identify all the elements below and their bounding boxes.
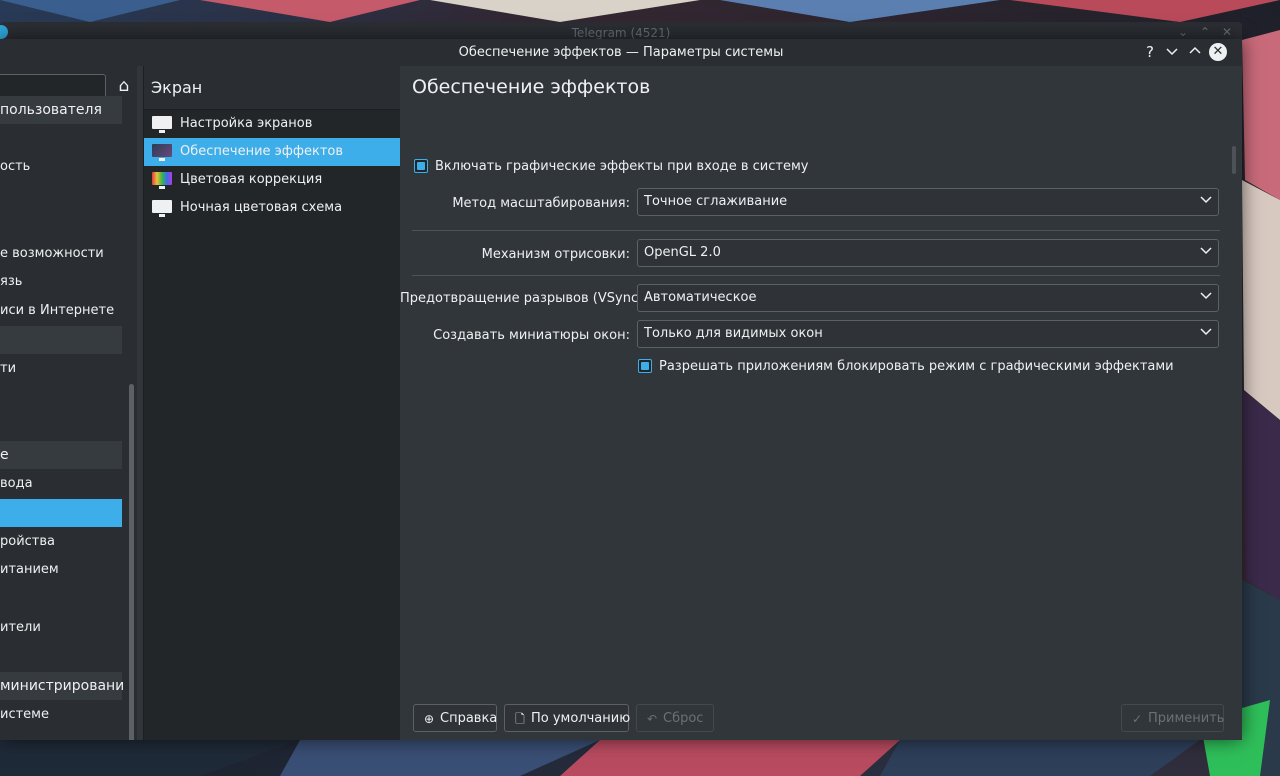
system-settings-window: Обеспечение эффектов — Параметры системы…: [0, 39, 1242, 740]
check-icon: ✓: [1131, 712, 1143, 726]
chevron-down-icon: [1200, 196, 1212, 204]
sidebar-item[interactable]: [0, 383, 122, 411]
telegram-window-title: Telegram (4521): [571, 26, 671, 40]
minimize-button[interactable]: [1162, 42, 1182, 62]
color-correction-icon: [152, 172, 172, 189]
chevron-down-icon[interactable]: ⌄: [1176, 25, 1190, 39]
subcategory-panel: Экран Настройка экранов Обеспечение эффе…: [143, 66, 400, 740]
close-button[interactable]: ✕: [1209, 43, 1227, 61]
vsync-label: Предотвращение разрывов (VSync):: [400, 291, 648, 306]
allow-block-label: Разрешать приложениям блокировать режим …: [659, 359, 1174, 374]
allow-block-checkbox[interactable]: [638, 359, 652, 373]
help-icon: ⊕: [423, 712, 435, 726]
close-icon[interactable]: ✕: [1220, 25, 1234, 39]
apply-button[interactable]: ✓ Применить: [1121, 704, 1224, 732]
maximize-button[interactable]: [1185, 42, 1205, 62]
sidebar-item[interactable]: язь: [0, 268, 122, 296]
content-scrollbar[interactable]: [1232, 146, 1236, 174]
monitor-icon: [152, 116, 172, 133]
chevron-up-icon: [1189, 46, 1201, 54]
sidebar-category-header: министрировани: [0, 672, 124, 700]
sidebar-item[interactable]: [0, 499, 122, 527]
subcategory-item-night-color[interactable]: Ночная цветовая схема: [144, 194, 400, 222]
thumbnails-label: Создавать миниатюры окон:: [433, 328, 630, 343]
sidebar-item[interactable]: [0, 412, 122, 440]
help-button[interactable]: ⊕ Справка: [413, 704, 497, 732]
sidebar-item[interactable]: истеме: [0, 701, 122, 729]
settings-content: Обеспечение эффектов Включать графически…: [400, 66, 1236, 740]
chevron-up-icon[interactable]: ⌃: [1198, 25, 1212, 39]
sidebar-item[interactable]: [0, 211, 122, 239]
vsync-select[interactable]: Автоматическое: [637, 284, 1219, 312]
sidebar-item[interactable]: вода: [0, 470, 122, 498]
page-title: Обеспечение эффектов: [412, 76, 651, 98]
sidebar-category-header: е: [0, 441, 122, 469]
compositor-icon: [152, 144, 172, 161]
subcategory-item-compositor[interactable]: Обеспечение эффектов: [144, 138, 400, 166]
window-titlebar[interactable]: Обеспечение эффектов — Параметры системы…: [0, 39, 1242, 66]
sidebar-item[interactable]: [0, 125, 122, 153]
separator: [412, 275, 1220, 276]
night-color-icon: [152, 200, 172, 217]
sidebar-scrollbar[interactable]: [129, 384, 134, 740]
enable-on-startup-label: Включать графические эффекты при входе в…: [435, 159, 809, 174]
undo-icon: ↶: [646, 712, 658, 726]
window-title: Обеспечение эффектов — Параметры системы: [458, 45, 784, 60]
sidebar-item[interactable]: ти: [0, 355, 122, 383]
subcategory-item-color-correction[interactable]: Цветовая коррекция: [144, 166, 400, 194]
sidebar-item[interactable]: е возможности: [0, 240, 122, 268]
defaults-button[interactable]: 🗋 По умолчанию: [504, 704, 630, 732]
subcategory-header: Экран: [144, 66, 400, 110]
scale-method-select[interactable]: Точное сглаживание: [637, 188, 1219, 216]
help-icon[interactable]: ?: [1140, 42, 1160, 62]
sidebar-item[interactable]: [0, 182, 122, 210]
scale-method-label: Метод масштабирования:: [452, 196, 630, 211]
enable-on-startup-checkbox[interactable]: [414, 159, 428, 173]
subcategory-title: Экран: [151, 78, 203, 97]
sidebar-item[interactable]: [0, 643, 122, 671]
chevron-down-icon: [1200, 292, 1212, 300]
sidebar-category-header: пользователя: [0, 96, 122, 124]
chevron-down-icon: [1200, 247, 1212, 255]
sidebar-item[interactable]: ители: [0, 614, 122, 642]
home-icon[interactable]: ⌂: [114, 76, 134, 96]
sidebar-item[interactable]: ройства: [0, 528, 122, 556]
sidebar-item[interactable]: ость: [0, 153, 122, 181]
separator: [412, 230, 1220, 231]
thumbnails-select[interactable]: Только для видимых окон: [637, 320, 1219, 348]
chevron-down-icon: [1166, 48, 1178, 56]
reset-button[interactable]: ↶ Сброс: [636, 704, 714, 732]
settings-sidebar: ⌂ пользователя ость е возможности язь иси в …: [0, 66, 137, 740]
document-icon: 🗋: [515, 712, 525, 726]
sidebar-item[interactable]: иси в Интернете: [0, 297, 122, 325]
sidebar-item[interactable]: итанием: [0, 556, 122, 584]
backend-select[interactable]: OpenGL 2.0: [637, 239, 1219, 267]
sidebar-item[interactable]: [0, 585, 122, 613]
backend-label: Механизм отрисовки:: [481, 247, 630, 262]
subcategory-item-displays[interactable]: Настройка экранов: [144, 110, 400, 138]
chevron-down-icon: [1200, 328, 1212, 336]
sidebar-category-header: [0, 326, 122, 354]
